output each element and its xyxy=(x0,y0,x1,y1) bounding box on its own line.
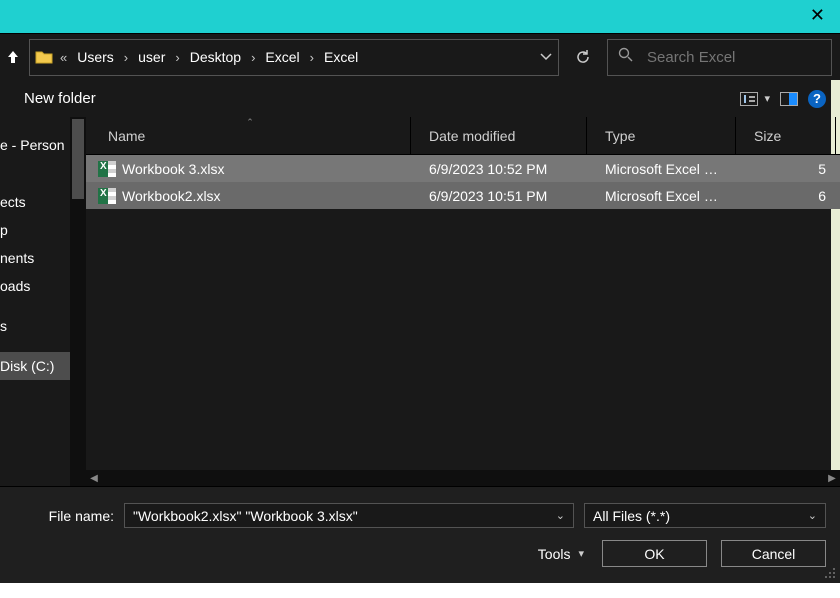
horizontal-scrollbar[interactable]: ◀ ▶ xyxy=(86,470,840,486)
file-list: Name ⌃ Date modified Type Size Workbook … xyxy=(86,117,840,486)
file-date: 6/9/2023 10:51 PM xyxy=(411,188,587,204)
ok-button[interactable]: OK xyxy=(602,540,707,567)
column-header-type[interactable]: Type xyxy=(587,117,736,154)
folder-icon xyxy=(34,49,54,65)
search-box[interactable] xyxy=(607,39,832,76)
breadcrumb-excel1[interactable]: Excel xyxy=(261,49,303,65)
details-view-icon xyxy=(740,92,758,106)
column-header-size[interactable]: Size xyxy=(736,117,836,154)
address-toolbar: « Users › user › Desktop › Excel › Excel xyxy=(0,33,840,80)
file-date: 6/9/2023 10:52 PM xyxy=(411,161,587,177)
preview-pane-icon[interactable] xyxy=(780,92,798,106)
file-type: Microsoft Excel W... xyxy=(587,161,736,177)
file-type: Microsoft Excel W... xyxy=(587,188,736,204)
filetype-select[interactable]: All Files (*.*) ⌄ xyxy=(584,503,826,528)
filename-value: "Workbook2.xlsx" "Workbook 3.xlsx" xyxy=(133,508,358,524)
column-header-name[interactable]: Name ⌃ xyxy=(90,117,411,154)
search-icon xyxy=(618,47,633,67)
filetype-value: All Files (*.*) xyxy=(593,508,670,524)
column-headers: Name ⌃ Date modified Type Size xyxy=(86,117,840,155)
sidebar-scrollbar[interactable] xyxy=(70,117,86,486)
search-input[interactable] xyxy=(647,49,821,66)
new-folder-button[interactable]: New folder xyxy=(24,90,96,107)
address-bar[interactable]: « Users › user › Desktop › Excel › Excel xyxy=(29,39,559,76)
file-row[interactable]: Workbook2.xlsx 6/9/2023 10:51 PM Microso… xyxy=(86,182,840,209)
background-sheet-bottom xyxy=(0,583,840,598)
help-icon[interactable]: ? xyxy=(808,90,826,108)
chevron-down-icon: ▾ xyxy=(764,92,770,105)
resize-grip-icon[interactable] xyxy=(824,567,836,579)
chevron-right-icon[interactable]: › xyxy=(249,50,257,65)
chevron-down-icon: ▾ xyxy=(578,547,584,560)
file-row[interactable]: Workbook 3.xlsx 6/9/2023 10:52 PM Micros… xyxy=(86,155,840,182)
scroll-right-icon[interactable]: ▶ xyxy=(824,470,840,486)
excel-file-icon xyxy=(98,188,116,204)
refresh-icon[interactable] xyxy=(565,39,601,76)
breadcrumb-user[interactable]: user xyxy=(134,49,169,65)
tools-menu[interactable]: Tools ▾ xyxy=(538,546,584,562)
breadcrumb-excel2[interactable]: Excel xyxy=(320,49,362,65)
breadcrumb-users[interactable]: Users xyxy=(73,49,118,65)
command-bar: New folder ▾ ? xyxy=(0,80,840,117)
address-history-chevron-icon[interactable] xyxy=(540,48,552,66)
cancel-button[interactable]: Cancel xyxy=(721,540,826,567)
file-name: Workbook 3.xlsx xyxy=(122,161,224,177)
file-size: 5 xyxy=(736,161,836,177)
chevron-down-icon[interactable]: ⌄ xyxy=(556,509,565,522)
filename-label: File name: xyxy=(14,508,114,524)
navigation-sidebar: e - Person ects p nents oads s Disk (C:) xyxy=(0,117,86,486)
sort-indicator-icon: ⌃ xyxy=(246,117,254,128)
titlebar: ✕ xyxy=(0,0,840,33)
view-mode-button[interactable]: ▾ xyxy=(740,92,770,106)
excel-file-icon xyxy=(98,161,116,177)
file-name: Workbook2.xlsx xyxy=(122,188,221,204)
scroll-left-icon[interactable]: ◀ xyxy=(86,470,102,486)
breadcrumb-desktop[interactable]: Desktop xyxy=(186,49,245,65)
column-header-name-label: Name xyxy=(108,128,145,144)
up-icon[interactable] xyxy=(3,48,23,66)
main-area: e - Person ects p nents oads s Disk (C:)… xyxy=(0,117,840,486)
filename-input[interactable]: "Workbook2.xlsx" "Workbook 3.xlsx" ⌄ xyxy=(124,503,574,528)
tools-label: Tools xyxy=(538,546,571,562)
breadcrumb-ellipsis[interactable]: « xyxy=(58,50,69,65)
column-header-date[interactable]: Date modified xyxy=(411,117,587,154)
chevron-down-icon[interactable]: ⌄ xyxy=(808,509,817,522)
dialog-footer: File name: "Workbook2.xlsx" "Workbook 3.… xyxy=(0,486,840,583)
file-size: 6 xyxy=(736,188,836,204)
close-icon[interactable]: ✕ xyxy=(810,6,825,24)
chevron-right-icon[interactable]: › xyxy=(308,50,316,65)
sidebar-scrollbar-thumb[interactable] xyxy=(72,119,84,199)
chevron-right-icon[interactable]: › xyxy=(122,50,130,65)
chevron-right-icon[interactable]: › xyxy=(173,50,181,65)
